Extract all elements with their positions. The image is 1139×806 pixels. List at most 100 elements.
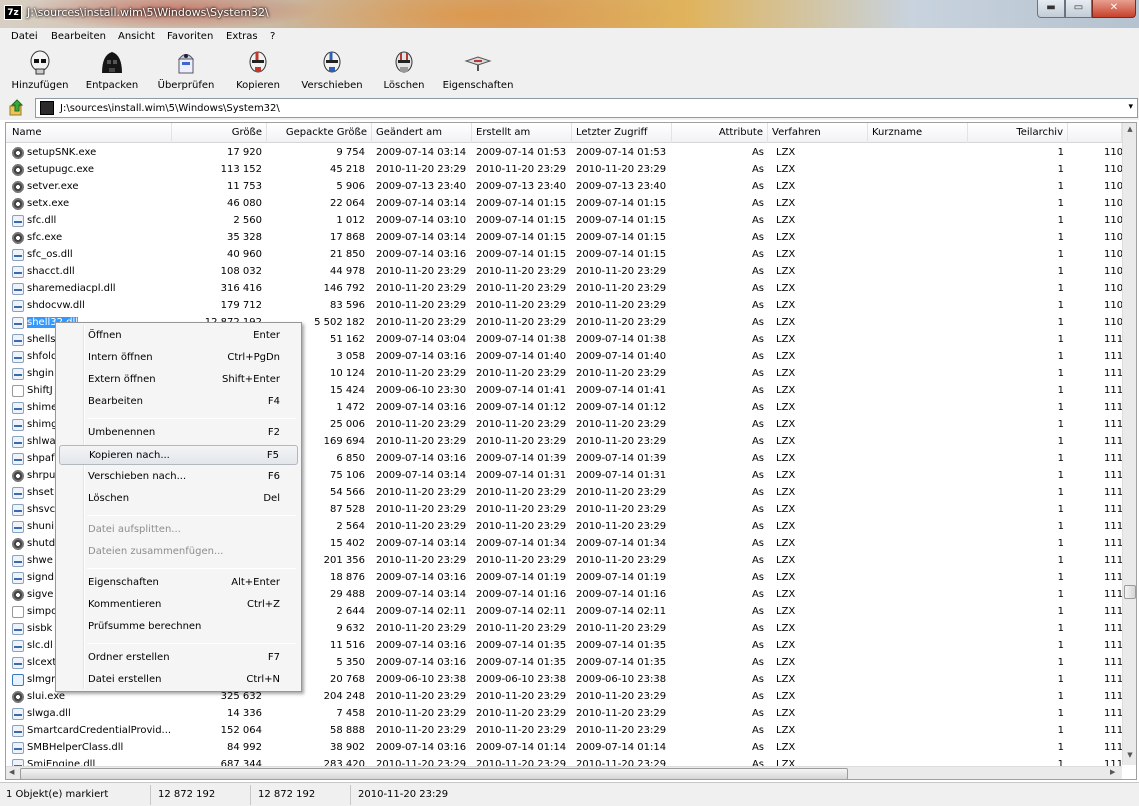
app-icon[interactable]: 7z: [4, 5, 22, 20]
script-file-icon: [12, 674, 24, 686]
table-row[interactable]: shacct.dll 108 032 44 978 2010-11-20 23:29 2…: [6, 264, 1122, 281]
dll-file-icon: [12, 521, 24, 533]
vertical-scrollbar[interactable]: ▲ ▼: [1122, 123, 1136, 765]
scroll-right-icon[interactable]: ▶: [1110, 768, 1115, 776]
add-button[interactable]: Hinzufügen: [2, 49, 78, 91]
column-größe[interactable]: Größe: [172, 123, 267, 143]
test-label: Überprüfen: [157, 80, 215, 91]
address-path[interactable]: J:\sources\install.wim\5\Windows\System3…: [60, 103, 280, 114]
horizontal-scroll-thumb[interactable]: [20, 768, 848, 779]
column-offset[interactable]: Offset: [1068, 123, 1122, 143]
properties-button[interactable]: Eigenschaften: [440, 49, 516, 91]
scroll-left-icon[interactable]: ◀: [9, 768, 14, 776]
address-bar[interactable]: J:\sources\install.wim\5\Windows\System3…: [35, 98, 1138, 118]
minimize-button[interactable]: ▬: [1037, 0, 1065, 18]
cell-offset: 110: [1104, 147, 1122, 158]
cell-packed: 22 064: [330, 198, 365, 209]
move-button[interactable]: Verschieben: [294, 49, 370, 91]
cell-method: LZX: [776, 470, 796, 481]
column-kurzname[interactable]: Kurzname: [868, 123, 968, 143]
table-row[interactable]: setupugc.exe 113 152 45 218 2010-11-20 23:2…: [6, 162, 1122, 179]
context-item-extern-öffnen[interactable]: Extern öffnen Shift+Enter: [59, 370, 298, 390]
cell-attr: As: [751, 419, 764, 430]
cell-attr: As: [751, 657, 764, 668]
cell-accessed: 2009-07-14 01:14: [576, 742, 667, 753]
context-item-kommentieren[interactable]: Kommentieren Ctrl+Z: [59, 595, 298, 615]
table-row[interactable]: shdocvw.dll 179 712 83 596 2010-11-20 23:29…: [6, 298, 1122, 315]
cell-offset: 110: [1104, 215, 1122, 226]
cell-created: 2009-07-14 01:19: [476, 572, 567, 583]
table-row[interactable]: sfc_os.dll 40 960 21 850 2009-07-14 03:16 20…: [6, 247, 1122, 264]
cell-offset: 111: [1104, 589, 1122, 600]
cell-vol: 1: [1057, 453, 1064, 464]
column-gepackte-größe[interactable]: Gepackte Größe: [267, 123, 372, 143]
context-item-intern-öffnen[interactable]: Intern öffnen Ctrl+PgDn: [59, 348, 298, 368]
context-item-datei-erstellen[interactable]: Datei erstellen Ctrl+N: [59, 670, 298, 690]
cell-modified: 2010-11-20 23:29: [376, 725, 467, 736]
table-row[interactable]: setver.exe 11 753 5 906 2009-07-13 23:40 200…: [6, 179, 1122, 196]
column-teilarchiv[interactable]: Teilarchiv: [968, 123, 1068, 143]
file-name: slcext: [27, 657, 57, 668]
context-item-verschieben-nach[interactable]: Verschieben nach... F6: [59, 467, 298, 487]
context-item-shortcut: F2: [267, 427, 280, 438]
column-letzter-zugriff[interactable]: Letzter Zugriff: [572, 123, 672, 143]
context-item-kopieren-nach[interactable]: Kopieren nach... F5: [59, 445, 298, 465]
test-button[interactable]: Überprüfen: [148, 49, 224, 91]
close-button[interactable]: ✕: [1092, 0, 1136, 18]
menu-favoriten[interactable]: Favoriten: [167, 31, 213, 42]
column-erstellt-am[interactable]: Erstellt am: [472, 123, 572, 143]
status-selection: 1 Objekt(e) markiert: [6, 789, 109, 800]
context-item-eigenschaften[interactable]: Eigenschaften Alt+Enter: [59, 573, 298, 593]
file-name: simpo: [27, 606, 58, 617]
menu-separator: [87, 515, 296, 516]
menu-ansicht[interactable]: Ansicht: [118, 31, 155, 42]
cell-created: 2010-11-20 23:29: [476, 555, 567, 566]
table-row[interactable]: sharemediacpl.dll 316 416 146 792 2010-11-2…: [6, 281, 1122, 298]
vertical-scroll-thumb[interactable]: [1124, 585, 1136, 599]
chevron-down-icon[interactable]: ▾: [1128, 102, 1133, 112]
title-bar[interactable]: 7z J:\sources\install.wim\5\Windows\Syst…: [0, 0, 1139, 28]
column-verfahren[interactable]: Verfahren: [768, 123, 868, 143]
r2d2-test-icon: [172, 49, 200, 77]
context-item-ordner-erstellen[interactable]: Ordner erstellen F7: [59, 648, 298, 668]
context-item-öffnen[interactable]: Öffnen Enter: [59, 326, 298, 346]
cell-accessed: 2010-11-20 23:29: [576, 368, 667, 379]
column-name[interactable]: Name: [8, 123, 172, 143]
maximize-button[interactable]: ▭: [1065, 0, 1092, 18]
folder-up-icon[interactable]: [8, 99, 26, 117]
horizontal-scrollbar[interactable]: ◀ ▶: [6, 766, 1122, 779]
context-item-bearbeiten[interactable]: Bearbeiten F4: [59, 392, 298, 412]
cell-attr: As: [751, 674, 764, 685]
cell-vol: 1: [1057, 317, 1064, 328]
context-item-prüfsumme-berechnen[interactable]: Prüfsumme berechnen: [59, 617, 298, 637]
menu-bearbeiten[interactable]: Bearbeiten: [51, 31, 106, 42]
menu-help[interactable]: ?: [270, 31, 275, 42]
table-row[interactable]: SmartcardCredentialProvid... 152 064 58 88…: [6, 723, 1122, 740]
table-row[interactable]: SMBHelperClass.dll 84 992 38 902 2009-07-14…: [6, 740, 1122, 757]
extract-button[interactable]: Entpacken: [74, 49, 150, 91]
context-item-umbenennen[interactable]: Umbenennen F2: [59, 423, 298, 443]
cell-modified: 2010-11-20 23:29: [376, 368, 467, 379]
context-item-shortcut: F4: [267, 396, 280, 407]
copy-button[interactable]: Kopieren: [220, 49, 296, 91]
table-row[interactable]: setupSNK.exe 17 920 9 754 2009-07-14 03:14 2…: [6, 145, 1122, 162]
cell-size: 152 064: [220, 725, 262, 736]
column-geändert-am[interactable]: Geändert am: [372, 123, 472, 143]
table-row[interactable]: sfc.exe 35 328 17 868 2009-07-14 03:14 2009-…: [6, 230, 1122, 247]
menu-datei[interactable]: Datei: [11, 31, 38, 42]
cell-method: LZX: [776, 623, 796, 634]
table-row[interactable]: slwga.dll 14 336 7 458 2010-11-20 23:29 2010…: [6, 706, 1122, 723]
menu-extras[interactable]: Extras: [226, 31, 258, 42]
context-item-label: Löschen: [88, 493, 130, 504]
cell-packed: 45 218: [330, 164, 365, 175]
table-row[interactable]: setx.exe 46 080 22 064 2009-07-14 03:14 2009…: [6, 196, 1122, 213]
table-row[interactable]: sfc.dll 2 560 1 012 2009-07-14 03:10 2009-07…: [6, 213, 1122, 230]
scroll-down-icon[interactable]: ▼: [1125, 751, 1135, 761]
cell-created: 2010-11-20 23:29: [476, 521, 567, 532]
delete-button[interactable]: Löschen: [366, 49, 442, 91]
cell-accessed: 2009-07-14 01:39: [576, 453, 667, 464]
column-attribute[interactable]: Attribute: [672, 123, 768, 143]
scroll-up-icon[interactable]: ▲: [1125, 125, 1135, 135]
context-item-löschen[interactable]: Löschen Del: [59, 489, 298, 509]
cell-attr: As: [751, 725, 764, 736]
